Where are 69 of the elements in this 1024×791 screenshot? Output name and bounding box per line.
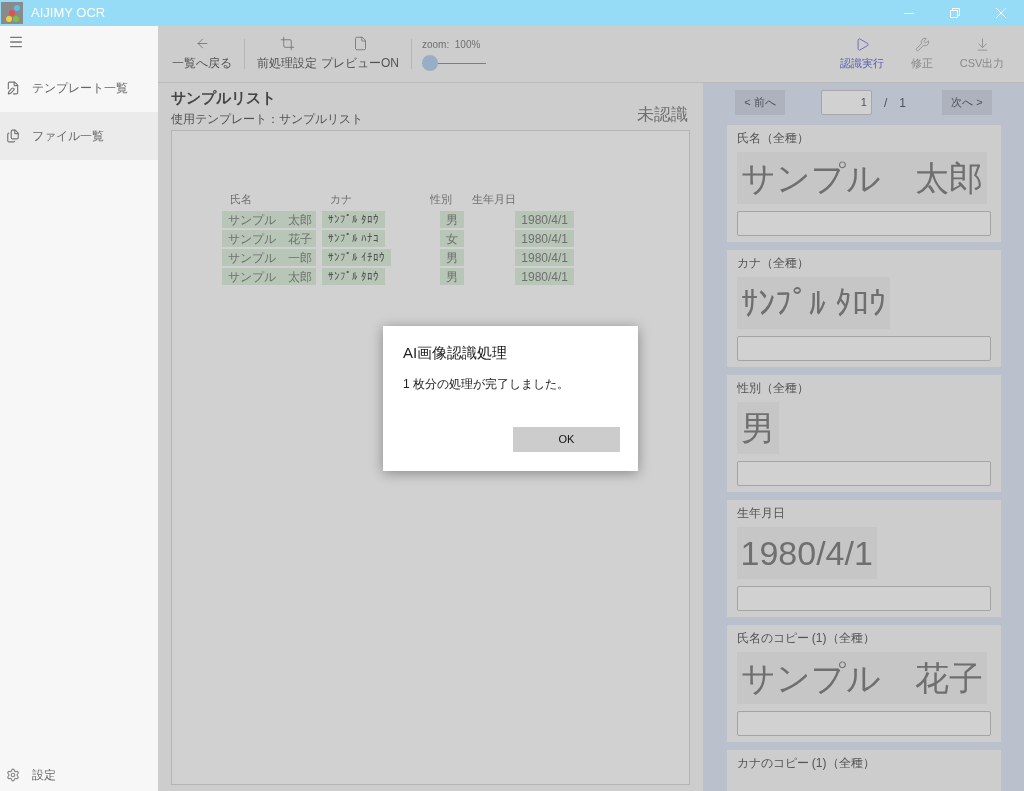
table-cell: 女 [440, 230, 464, 247]
table-cell: 男 [440, 249, 464, 266]
column-header: 生年月日 [471, 191, 517, 207]
scanned-text: サンプル 花子 [736, 652, 987, 704]
dialog-title: AI画像認識処理 [403, 343, 509, 363]
close-icon [996, 8, 1006, 18]
input-field[interactable] [736, 586, 991, 611]
table-cell: 1980/4/1 [515, 268, 574, 285]
scanned-text: サンプル 太郎 [736, 152, 987, 204]
minimize-icon [904, 12, 914, 14]
field-label: 生年月日 [736, 505, 786, 522]
table-cell: ｻﾝﾌﾟﾙ ﾀﾛｳ [322, 211, 386, 228]
files-icon [6, 129, 20, 143]
page-separator: / [884, 94, 888, 112]
menu-icon [8, 34, 24, 50]
column-header: 性別 [429, 191, 453, 207]
column-header: 氏名 [229, 191, 253, 207]
table-cell: 1980/4/1 [515, 249, 574, 266]
input-field[interactable] [736, 211, 991, 236]
field-label: 氏名（全種） [736, 130, 810, 147]
input-field[interactable] [736, 336, 991, 361]
table-cell: ｻﾝﾌﾟﾙ ﾊﾅｺ [322, 230, 386, 247]
field-label: カナ（全種） [736, 255, 810, 272]
document-title: サンプルリスト [171, 88, 277, 108]
column-header: カナ [329, 191, 353, 207]
scanned-text: ｻﾝﾌﾟﾙ ﾀﾛｳ [736, 277, 890, 329]
document-pen-icon [6, 81, 20, 95]
zoom-slider[interactable] [422, 55, 486, 71]
table-cell: 男 [440, 268, 464, 285]
previous-button[interactable]: < 前へ [735, 90, 785, 115]
sidebar-item[interactable]: ファイル一覧 [0, 112, 158, 160]
toolbar-button[interactable]: 前処理設定 [255, 36, 319, 72]
input-field[interactable] [736, 461, 991, 486]
table-cell: 男 [440, 211, 464, 228]
play-icon [854, 36, 870, 52]
zoom-label: zoom: 100% [422, 38, 482, 52]
toolbar-button[interactable]: 認識実行 [836, 36, 888, 72]
toolbar-button[interactable]: 一覧へ戻る [170, 36, 234, 72]
input-field[interactable] [736, 711, 991, 736]
settings-icon [6, 768, 20, 782]
template-label: 使用テンプレート：サンプルリスト [171, 110, 363, 128]
table-cell: ｻﾝﾌﾟﾙ ﾀﾛｳ [322, 268, 386, 285]
field-label: カナのコピー (1)（全種） [736, 755, 876, 772]
table-cell: 1980/4/1 [515, 230, 574, 247]
restore-icon [950, 8, 960, 18]
toolbar-button[interactable]: プレビューON [319, 36, 401, 72]
page-total: 1 [899, 94, 906, 112]
scanned-text: 1980/4/1 [736, 527, 877, 579]
field-label: 氏名のコピー (1)（全種） [736, 630, 876, 647]
page-number-field[interactable]: 1 [821, 90, 872, 115]
field-label: 性別（全種） [736, 380, 810, 397]
table-cell: サンプル 太郎 [222, 268, 316, 285]
scanned-text: 男 [736, 402, 779, 454]
window-title: AIJIMY OCR [31, 4, 106, 23]
ok-button[interactable]: OK [513, 427, 620, 452]
next-button[interactable]: 次へ > [942, 90, 992, 115]
table-cell: サンプル 花子 [222, 230, 316, 247]
crop-icon [279, 36, 295, 51]
sidebar-item[interactable]: テンプレート一覧 [0, 64, 158, 112]
dialog-message: 1 枚分の処理が完了しました。 [403, 375, 570, 393]
table-cell: サンプル 太郎 [222, 211, 316, 228]
file-icon [352, 36, 368, 51]
table-cell: サンプル 一郎 [222, 249, 316, 266]
settings-button[interactable]: 設定 [0, 765, 158, 785]
status-label: 未認識 [637, 104, 688, 126]
wrench-icon [914, 36, 930, 52]
table-cell: 1980/4/1 [515, 211, 574, 228]
table-cell: ｻﾝﾌﾟﾙ ｲﾁﾛｳ [322, 249, 392, 266]
app-logo-icon [1, 2, 23, 24]
